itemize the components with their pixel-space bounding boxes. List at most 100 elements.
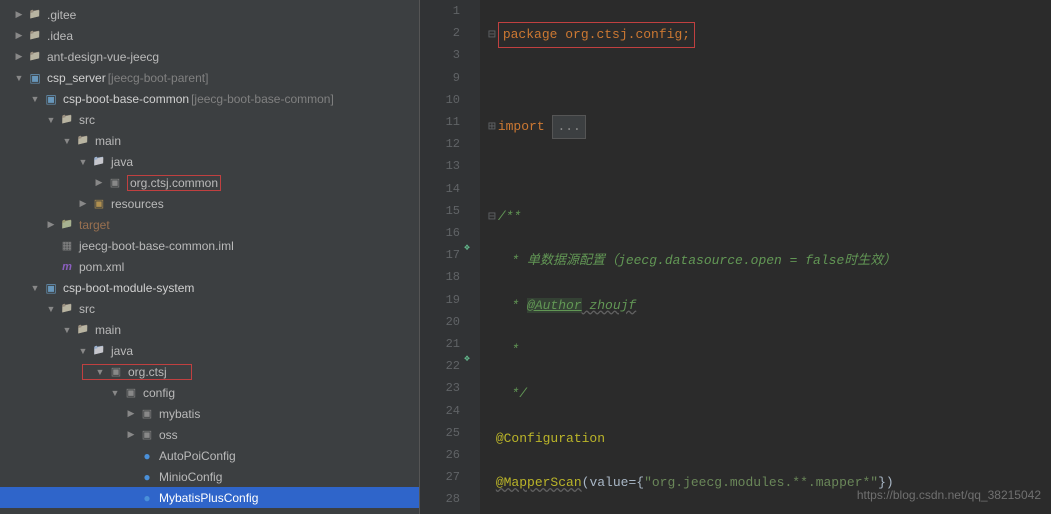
tree-item-java[interactable]: java <box>0 151 419 172</box>
tree-label: org.ctsj <box>128 365 167 379</box>
tree-label: main <box>95 134 121 148</box>
tree-label-extra: [jeecg-boot-parent] <box>108 71 209 85</box>
tree-label: MybatisPlusConfig <box>159 491 258 505</box>
source-folder-icon <box>91 344 107 358</box>
package-icon <box>107 176 123 190</box>
tree-item-mybatis[interactable]: mybatis <box>0 403 419 424</box>
module-icon <box>43 281 59 295</box>
tree-item-oss[interactable]: oss <box>0 424 419 445</box>
tree-item-target[interactable]: target <box>0 214 419 235</box>
folded-code[interactable]: ... <box>552 115 585 139</box>
tree-item-antdesign[interactable]: ant-design-vue-jeecg <box>0 46 419 67</box>
tree-label: oss <box>159 428 178 442</box>
tree-label: MinioConfig <box>159 470 222 484</box>
code-editor[interactable]: 1239101112131415161718192021222324252627… <box>420 0 1051 514</box>
chevron-down-icon[interactable] <box>78 346 88 356</box>
tree-label: csp-boot-module-system <box>63 281 194 295</box>
chevron-down-icon[interactable] <box>62 325 72 335</box>
watermark: https://blog.csdn.net/qq_38215042 <box>857 488 1041 502</box>
chevron-down-icon[interactable] <box>62 136 72 146</box>
package-icon <box>123 386 139 400</box>
tree-label: ant-design-vue-jeecg <box>47 50 159 64</box>
package-icon <box>139 407 155 421</box>
spring-bean-icon[interactable]: ❖ <box>464 242 478 256</box>
tree-item-org-ctsj[interactable]: org.ctsj <box>0 361 419 382</box>
chevron-right-icon[interactable] <box>14 52 24 62</box>
chevron-down-icon[interactable] <box>30 94 40 104</box>
tree-label: java <box>111 344 133 358</box>
chevron-down-icon[interactable] <box>110 388 120 398</box>
module-icon <box>27 71 43 85</box>
class-icon <box>139 491 155 505</box>
tree-item-basecommon[interactable]: csp-boot-base-common[jeecg-boot-base-com… <box>0 88 419 109</box>
tree-label: jeecg-boot-base-common.iml <box>79 239 234 253</box>
class-icon <box>139 470 155 484</box>
tree-label: .idea <box>47 29 73 43</box>
folder-icon <box>75 323 91 337</box>
tree-label-extra: [jeecg-boot-base-common] <box>191 92 334 106</box>
folder-icon <box>27 8 43 22</box>
tree-item-pom[interactable]: mpom.xml <box>0 256 419 277</box>
tree-item-main2[interactable]: main <box>0 319 419 340</box>
class-icon <box>139 449 155 463</box>
tree-label: resources <box>111 197 164 211</box>
tree-item-java2[interactable]: java <box>0 340 419 361</box>
fold-icon[interactable]: ⊟ <box>488 209 496 224</box>
kw: import <box>498 119 553 134</box>
chevron-down-icon[interactable] <box>30 283 40 293</box>
chevron-right-icon[interactable] <box>126 409 136 419</box>
tree-label: csp_server <box>47 71 106 85</box>
tree-label: src <box>79 302 95 316</box>
tree-label: target <box>79 218 110 232</box>
chevron-down-icon[interactable] <box>95 367 105 377</box>
package-icon <box>139 428 155 442</box>
tree-item-config[interactable]: config <box>0 382 419 403</box>
chevron-down-icon[interactable] <box>14 73 24 83</box>
red-highlight: org.ctsj <box>82 364 192 380</box>
chevron-right-icon[interactable] <box>78 199 88 209</box>
tree-label: src <box>79 113 95 127</box>
tree-item-minio[interactable]: MinioConfig <box>0 466 419 487</box>
target-folder-icon <box>59 218 75 232</box>
red-highlight: package org.ctsj.config; <box>498 22 695 48</box>
tree-label: mybatis <box>159 407 200 421</box>
resources-folder-icon <box>91 197 107 211</box>
spring-bean-icon[interactable]: ❖ <box>464 353 478 367</box>
folder-icon <box>75 134 91 148</box>
tree-item-src[interactable]: src <box>0 109 419 130</box>
red-highlight: org.ctsj.common <box>127 175 221 191</box>
chevron-right-icon[interactable] <box>14 10 24 20</box>
tree-label: java <box>111 155 133 169</box>
chevron-down-icon[interactable] <box>78 157 88 167</box>
chevron-right-icon[interactable] <box>46 220 56 230</box>
folder-icon <box>27 29 43 43</box>
tree-item-iml[interactable]: jeecg-boot-base-common.iml <box>0 235 419 256</box>
tree-label: pom.xml <box>79 260 124 274</box>
folder-icon <box>59 113 75 127</box>
tree-label: main <box>95 323 121 337</box>
chevron-right-icon[interactable] <box>14 31 24 41</box>
chevron-right-icon[interactable] <box>126 430 136 440</box>
tree-item-autopoi[interactable]: AutoPoiConfig <box>0 445 419 466</box>
tree-item-module-system[interactable]: csp-boot-module-system <box>0 277 419 298</box>
folder-icon <box>27 50 43 64</box>
tree-item-src2[interactable]: src <box>0 298 419 319</box>
tree-label: org.ctsj.common <box>130 176 218 190</box>
chevron-right-icon[interactable] <box>94 178 104 188</box>
source-folder-icon <box>91 155 107 169</box>
fold-icon[interactable]: ⊟ <box>488 27 496 42</box>
chevron-down-icon[interactable] <box>46 304 56 314</box>
tree-item-main[interactable]: main <box>0 130 419 151</box>
project-tree[interactable]: .gitee .idea ant-design-vue-jeecg csp_se… <box>0 0 420 514</box>
chevron-down-icon[interactable] <box>46 115 56 125</box>
tree-item-mybatisplus[interactable]: MybatisPlusConfig <box>0 487 419 508</box>
module-icon <box>43 92 59 106</box>
tree-label: config <box>143 386 175 400</box>
tree-item-cspserver[interactable]: csp_server[jeecg-boot-parent] <box>0 67 419 88</box>
tree-item-idea[interactable]: .idea <box>0 25 419 46</box>
tree-item-resources[interactable]: resources <box>0 193 419 214</box>
fold-icon[interactable]: ⊞ <box>488 119 496 134</box>
code-content[interactable]: ⊟package org.ctsj.config; ⊞import ... ⊟/… <box>480 0 1051 514</box>
tree-item-gitee[interactable]: .gitee <box>0 4 419 25</box>
tree-item-org-ctsj-common[interactable]: org.ctsj.common <box>0 172 419 193</box>
